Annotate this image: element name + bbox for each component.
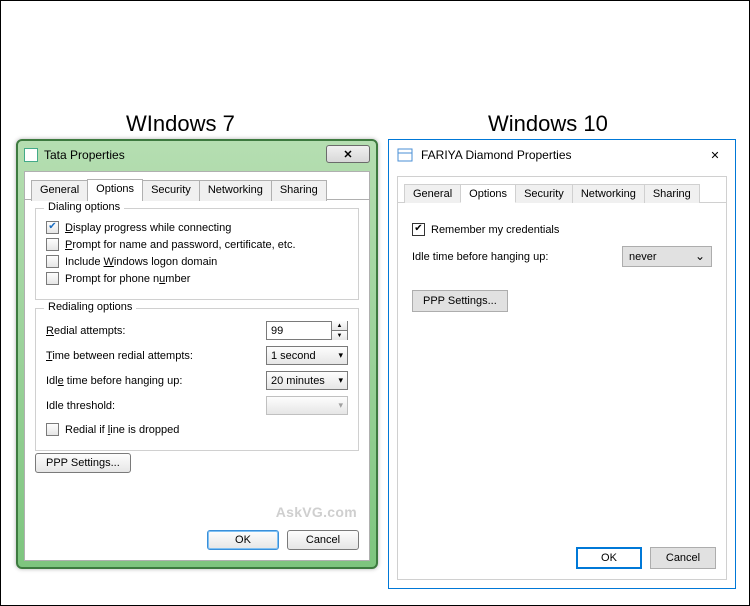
combo-idle-threshold	[266, 396, 348, 415]
win7-body: General Options Security Networking Shar…	[24, 171, 370, 561]
checkbox-include-logon[interactable]	[46, 255, 59, 268]
label-prompt-name: Prompt for name and password, certificat…	[65, 239, 296, 251]
win10-tabs: General Options Security Networking Shar…	[398, 177, 726, 203]
value-idle-time: 20 minutes	[271, 375, 325, 387]
checkbox-prompt-name[interactable]	[46, 238, 59, 251]
app-icon	[397, 147, 413, 163]
combo-idle-time[interactable]: never	[622, 246, 712, 267]
tab-networking[interactable]: Networking	[572, 184, 645, 203]
tab-security[interactable]: Security	[142, 180, 200, 201]
tab-general[interactable]: General	[31, 180, 88, 201]
tab-security[interactable]: Security	[515, 184, 573, 203]
label-display-progress: Display progress while connecting	[65, 222, 231, 234]
close-icon: ✕	[710, 149, 719, 162]
combo-idle-time[interactable]: 20 minutes	[266, 371, 348, 390]
tab-sharing[interactable]: Sharing	[644, 184, 700, 203]
ppp-settings-button[interactable]: PPP Settings...	[412, 290, 508, 312]
checkbox-prompt-phone[interactable]	[46, 272, 59, 285]
combo-time-between[interactable]: 1 second	[266, 346, 348, 365]
label-redial-dropped: Redial if line is dropped	[65, 424, 179, 436]
win10-dialog: FARIYA Diamond Properties ✕ General Opti…	[388, 139, 736, 589]
ppp-settings-button[interactable]: PPP Settings...	[35, 453, 131, 473]
os-label-win7: WIndows 7	[126, 111, 235, 137]
tab-options[interactable]: Options	[460, 184, 516, 203]
close-button[interactable]: ✕	[326, 145, 370, 163]
win10-title: FARIYA Diamond Properties	[421, 148, 695, 162]
group-redialing-title: Redialing options	[44, 301, 136, 313]
app-icon	[24, 148, 38, 162]
value-redial-attempts: 99	[271, 325, 283, 337]
spinner-arrows-icon[interactable]: ▲▼	[331, 321, 347, 340]
tab-general[interactable]: General	[404, 184, 461, 203]
close-button[interactable]: ✕	[695, 140, 735, 170]
cancel-button[interactable]: Cancel	[650, 547, 716, 569]
label-idle-threshold: Idle threshold:	[46, 400, 266, 412]
label-time-between: Time between redial attempts:	[46, 350, 266, 362]
ok-button[interactable]: OK	[576, 547, 642, 569]
os-label-win10: Windows 10	[488, 111, 608, 137]
label-idle-time: Idle time before hanging up:	[46, 375, 266, 387]
win7-tabs: General Options Security Networking Shar…	[25, 172, 369, 200]
label-prompt-phone: Prompt for phone number	[65, 273, 190, 285]
win10-body: General Options Security Networking Shar…	[397, 176, 727, 580]
label-redial-attempts: Redial attempts:	[46, 325, 266, 337]
value-idle-time: never	[629, 251, 657, 263]
ok-button[interactable]: OK	[207, 530, 279, 550]
group-redialing-options: Redialing options Redial attempts: 99 ▲▼…	[35, 308, 359, 451]
win7-titlebar[interactable]: Tata Properties ✕	[18, 141, 376, 169]
win10-titlebar[interactable]: FARIYA Diamond Properties ✕	[389, 140, 735, 170]
close-icon: ✕	[343, 148, 352, 161]
win7-title: Tata Properties	[44, 148, 370, 162]
spinner-redial-attempts[interactable]: 99 ▲▼	[266, 321, 348, 340]
group-dialing-options: Dialing options Display progress while c…	[35, 208, 359, 300]
group-dialing-title: Dialing options	[44, 201, 124, 213]
tab-options[interactable]: Options	[87, 179, 143, 200]
checkbox-remember-credentials[interactable]	[412, 223, 425, 236]
value-time-between: 1 second	[271, 350, 316, 362]
label-remember-credentials: Remember my credentials	[431, 224, 559, 236]
tab-sharing[interactable]: Sharing	[271, 180, 327, 201]
checkbox-display-progress[interactable]	[46, 221, 59, 234]
cancel-button[interactable]: Cancel	[287, 530, 359, 550]
watermark: AskVG.com	[276, 504, 357, 520]
win7-dialog: Tata Properties ✕ General Options Securi…	[16, 139, 378, 569]
label-include-logon: Include Windows logon domain	[65, 256, 217, 268]
checkbox-redial-dropped[interactable]	[46, 423, 59, 436]
label-idle-time: Idle time before hanging up:	[412, 251, 548, 263]
tab-networking[interactable]: Networking	[199, 180, 272, 201]
